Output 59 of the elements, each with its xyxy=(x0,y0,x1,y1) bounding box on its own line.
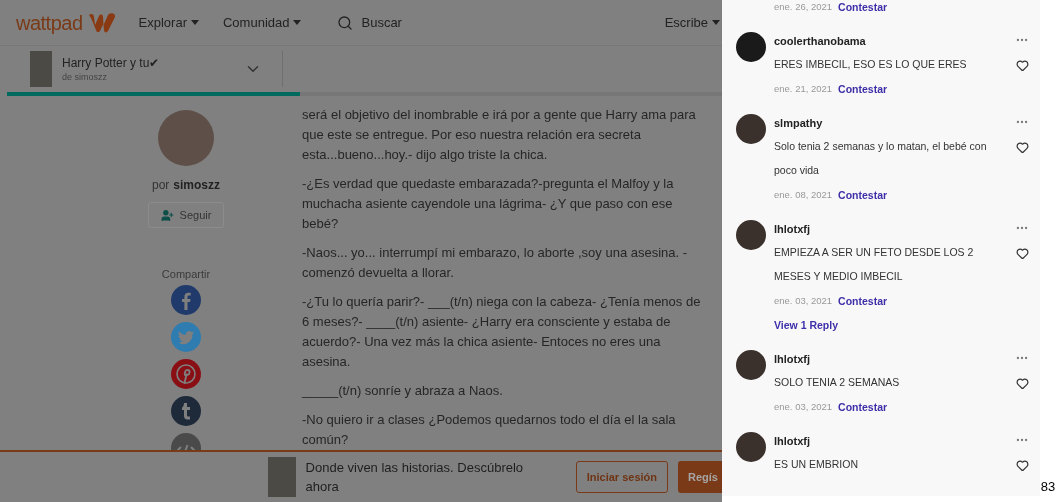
nav-menu-button[interactable]: Explorar xyxy=(136,12,201,33)
heart-icon[interactable] xyxy=(1015,141,1029,154)
story-paragraph: -No quiero ir a clases ¿Podemos quedarnos todo el día el la sala común? xyxy=(302,411,677,449)
register-button[interactable]: Regís xyxy=(678,461,722,493)
write-menu-button[interactable]: Escribe xyxy=(664,12,720,33)
caret-icon xyxy=(712,20,720,25)
reply-link[interactable]: Contestar xyxy=(838,0,888,18)
caret-icon xyxy=(191,20,199,25)
comment-username[interactable]: lhlotxfj xyxy=(774,220,1006,238)
comment-username[interactable]: lhlotxfj xyxy=(774,432,1006,450)
heart-icon[interactable] xyxy=(1015,459,1029,472)
add-user-icon xyxy=(160,208,174,222)
t-letter-icon[interactable] xyxy=(171,395,201,426)
comment-date: ene. 21, 2021 xyxy=(774,82,833,96)
caret-icon xyxy=(293,20,302,25)
pin-p-icon[interactable] xyxy=(171,358,201,389)
facebook-icon[interactable] xyxy=(171,284,201,315)
reply-link[interactable]: Contestar xyxy=(838,396,888,418)
view-replies-link[interactable]: View 1 Reply xyxy=(774,314,1006,336)
search-icon xyxy=(337,14,354,31)
avatar-photo-placeholder[interactable] xyxy=(736,32,766,62)
comment-date: ene. 03, 2021 xyxy=(774,294,833,308)
avatar-photo-placeholder[interactable] xyxy=(736,350,766,380)
heart-icon[interactable] xyxy=(1015,247,1029,260)
comment-username[interactable]: coolerthanobama xyxy=(774,32,1006,50)
heart-icon[interactable] xyxy=(1015,377,1029,390)
page-number: 83 xyxy=(1040,477,1056,496)
story-paragraph: _____(t/n) sonríe y abraza a Naos. xyxy=(302,382,504,400)
author-avatar-photo-placeholder[interactable] xyxy=(158,110,214,166)
search-field[interactable]: Buscar xyxy=(361,12,562,33)
story-paragraph: -¿Tu lo quería parir?- ___(t/n) niega con la cabeza- ¿Tenía menos de 6 meses?- ____(t/n) asiente- ¿Harry era consciente y estaba de acuerdo?- Una vez más la chica asiente- Entoces no eres una asesina. xyxy=(302,293,702,371)
comment-text: ES UN EMBRION xyxy=(774,457,859,472)
comment-text: SOLO TENIA 2 SEMANAS xyxy=(774,375,901,390)
story-paragraph: -¿Es verdad que quedaste embarazada?-pregunta el Malfoy y la muchacha asiente cayendole una lágrima- ¿Y que paso con ese bebé? xyxy=(302,175,675,233)
reply-link[interactable]: Contestar xyxy=(838,78,888,100)
author-name[interactable]: simoszz xyxy=(173,176,220,194)
nav-menu-button[interactable]: Comunidad xyxy=(221,12,304,33)
comment-username[interactable]: lhlotxfj xyxy=(774,350,1006,368)
w-logo-icon[interactable] xyxy=(86,11,117,34)
avatar-photo-placeholder[interactable] xyxy=(736,114,766,144)
story-cover-photo-placeholder xyxy=(268,457,296,497)
avatar-photo-placeholder[interactable] xyxy=(736,432,766,462)
comment-text: EMPIEZA A SER UN FETO DESDE LOS 2 MESES Y MEDIO IMBECIL xyxy=(774,245,975,284)
reply-link[interactable]: Contestar xyxy=(838,184,888,206)
comment-text: ERES IMBECIL, ESO ES LO QUE ERES xyxy=(774,57,968,72)
story-paragraph: -Naos... yo... interrumpí mi embarazo, lo aborte ,soy una asesina. -comenzó devuelta a llorar. xyxy=(302,244,689,282)
comment-date: ene. 08, 2021 xyxy=(774,188,833,202)
avatar-photo-placeholder[interactable] xyxy=(736,220,766,250)
reply-link[interactable]: Contestar xyxy=(838,290,888,312)
heart-icon[interactable] xyxy=(1015,59,1029,72)
comment-date: ene. 26, 2021 xyxy=(774,0,833,14)
story-title[interactable]: Harry Potter y tu✔ xyxy=(62,55,232,71)
comment-date: ene. 03, 2021 xyxy=(774,400,833,414)
signup-tagline: Donde viven las historias. Descúbrelo ahora xyxy=(305,458,525,496)
by-label: por xyxy=(152,177,170,194)
story-paragraph: será el objetivo del inombrable e irá por a gente que Harry ama para que este se entregue. Por eso nuestra relación era secreta esta...bueno...hoy.- dijo algo triste la chica. xyxy=(302,106,697,164)
share-label: Compartir xyxy=(161,267,211,282)
comment-username[interactable]: slmpathy xyxy=(774,114,1006,132)
comment-text: Solo tenia 2 semanas y lo matan, el bebé con poco vida xyxy=(774,139,988,178)
